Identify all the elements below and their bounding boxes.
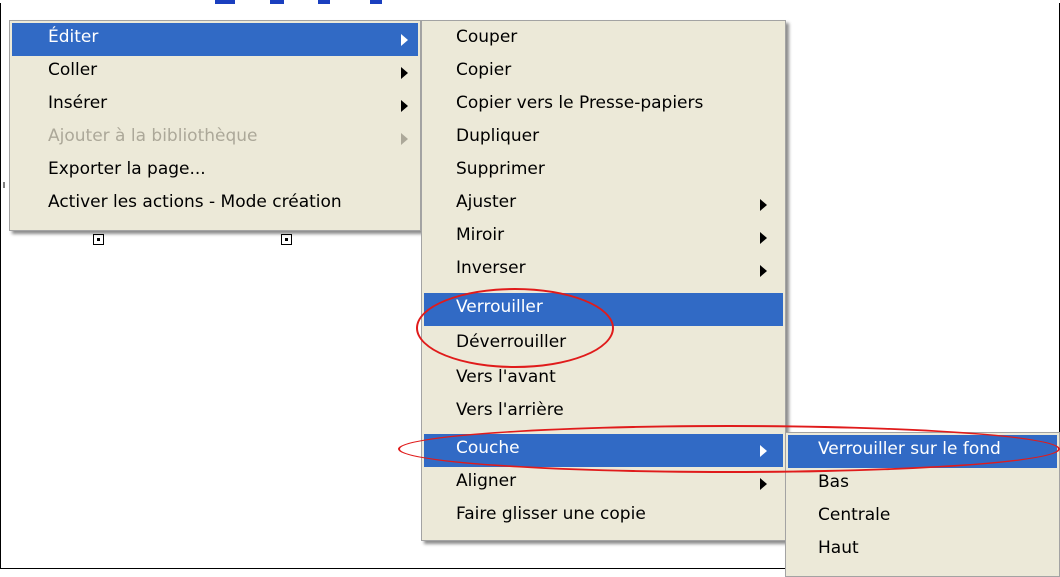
menu-item-bas[interactable]: Bas <box>788 468 1057 501</box>
menu-item-couche[interactable]: Couche <box>424 434 783 467</box>
menu-item-vers-arriere[interactable]: Vers l'arrière <box>424 396 783 429</box>
menu-item-dupliquer[interactable]: Dupliquer <box>424 122 783 155</box>
menu-item-label: Activer les actions - Mode création <box>48 192 342 212</box>
menu-item-label: Coller <box>48 60 98 80</box>
submenu-arrow-icon <box>401 133 408 145</box>
selected-text-fragment <box>370 0 382 4</box>
menu-item-coller[interactable]: Coller <box>12 56 418 89</box>
context-menu: Éditer Coller Insérer Ajouter à la bibli… <box>9 20 421 231</box>
menu-item-label: Supprimer <box>456 159 545 179</box>
menu-item-label: Vers l'arrière <box>456 400 564 420</box>
selection-handle[interactable] <box>281 234 292 245</box>
submenu-arrow-icon <box>401 34 408 46</box>
menu-item-label: Dupliquer <box>456 126 540 146</box>
menu-item-exporter-page[interactable]: Exporter la page... <box>12 155 418 188</box>
menu-item-copier-presse-papiers[interactable]: Copier vers le Presse-papiers <box>424 89 783 122</box>
menu-item-copier[interactable]: Copier <box>424 56 783 89</box>
menu-item-label: Exporter la page... <box>48 159 206 179</box>
menu-item-label: Éditer <box>48 27 99 47</box>
menu-item-activer-actions[interactable]: Activer les actions - Mode création <box>12 188 418 221</box>
menu-item-vers-avant[interactable]: Vers l'avant <box>424 363 783 396</box>
selection-handle[interactable] <box>93 234 104 245</box>
menu-item-miroir[interactable]: Miroir <box>424 221 783 254</box>
menu-item-haut[interactable]: Haut <box>788 534 1057 567</box>
menu-item-verrouiller[interactable]: Verrouiller <box>424 293 783 326</box>
menu-item-label: Déverrouiller <box>456 332 567 352</box>
menu-item-centrale[interactable]: Centrale <box>788 501 1057 534</box>
layer-submenu: Verrouiller sur le fond Bas Centrale Hau… <box>785 432 1060 577</box>
menu-item-label: Vers l'avant <box>456 367 556 387</box>
menu-item-ajouter-bibliotheque[interactable]: Ajouter à la bibliothèque <box>12 122 418 155</box>
menu-item-faire-glisser-copie[interactable]: Faire glisser une copie <box>424 500 783 533</box>
menu-item-label: Copier vers le Presse-papiers <box>456 93 704 113</box>
menu-item-label: Miroir <box>456 225 505 245</box>
menu-item-label: Aligner <box>456 471 517 491</box>
menu-item-ajuster[interactable]: Ajuster <box>424 188 783 221</box>
menu-item-couper[interactable]: Couper <box>424 23 783 56</box>
menu-item-label: Couche <box>456 438 520 458</box>
ruler-tick <box>3 182 5 188</box>
submenu-arrow-icon <box>760 199 767 211</box>
menu-item-supprimer[interactable]: Supprimer <box>424 155 783 188</box>
submenu-arrow-icon <box>760 445 767 457</box>
submenu-arrow-icon <box>760 478 767 490</box>
menu-item-label: Couper <box>456 27 518 47</box>
menu-item-label: Ajouter à la bibliothèque <box>48 126 258 146</box>
menu-item-label: Faire glisser une copie <box>456 504 646 524</box>
menu-item-inserer[interactable]: Insérer <box>12 89 418 122</box>
menu-item-label: Inverser <box>456 258 526 278</box>
selected-text-fragment <box>318 0 330 4</box>
submenu-arrow-icon <box>760 265 767 277</box>
menu-item-label: Copier <box>456 60 512 80</box>
selected-text-fragment <box>270 0 284 4</box>
menu-item-editer[interactable]: Éditer <box>12 23 418 56</box>
menu-item-label: Haut <box>818 538 859 558</box>
menu-item-label: Insérer <box>48 93 108 113</box>
submenu-arrow-icon <box>401 100 408 112</box>
menu-item-label: Bas <box>818 472 849 492</box>
edit-submenu: Couper Copier Copier vers le Presse-papi… <box>421 20 786 541</box>
menu-item-label: Verrouiller <box>456 297 543 317</box>
menu-item-label: Centrale <box>818 505 891 525</box>
menu-item-aligner[interactable]: Aligner <box>424 467 783 500</box>
menu-item-label: Verrouiller sur le fond <box>818 439 1001 459</box>
submenu-arrow-icon <box>760 232 767 244</box>
menu-item-inverser[interactable]: Inverser <box>424 254 783 287</box>
menu-item-deverrouiller[interactable]: Déverrouiller <box>424 328 783 361</box>
menu-item-label: Ajuster <box>456 192 517 212</box>
submenu-arrow-icon <box>401 67 408 79</box>
menu-item-verrouiller-sur-fond[interactable]: Verrouiller sur le fond <box>788 435 1057 468</box>
canvas-top-edge <box>0 0 1060 3</box>
selected-text-fragment <box>215 0 235 4</box>
